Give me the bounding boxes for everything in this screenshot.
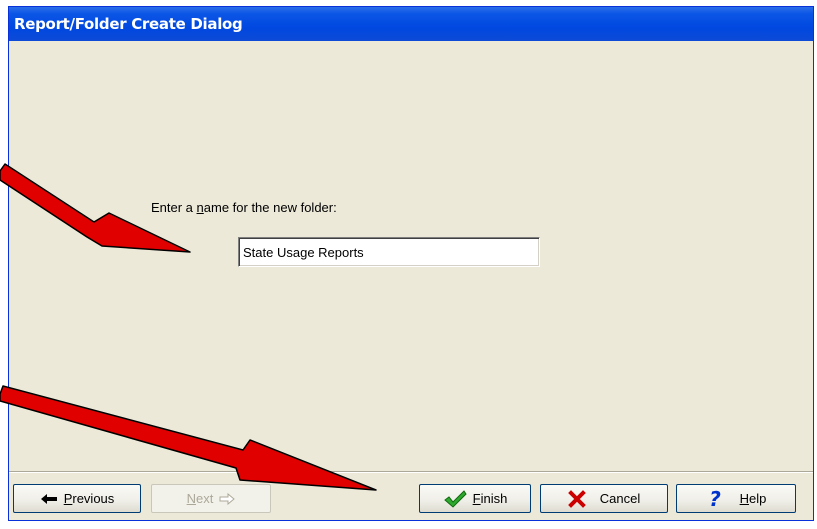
button-bar-separator [9, 471, 813, 473]
question-mark-icon: ? [706, 488, 724, 510]
previous-button[interactable]: Previous [13, 484, 141, 513]
cancel-button[interactable]: Cancel [540, 484, 668, 513]
left-arrow-icon [40, 493, 58, 505]
report-folder-create-dialog: Report/Folder Create Dialog Enter a name… [8, 6, 814, 521]
dialog-title: Report/Folder Create Dialog [14, 15, 243, 33]
previous-button-label: Previous [63, 491, 115, 506]
help-button[interactable]: ? Help [676, 484, 796, 513]
checkmark-icon [443, 489, 467, 509]
right-arrow-icon [219, 492, 236, 505]
finish-button[interactable]: Finish [419, 484, 531, 513]
help-button-label: Help [739, 491, 767, 506]
next-button[interactable]: Next [151, 484, 271, 513]
x-icon [567, 489, 586, 508]
folder-name-input[interactable] [238, 237, 540, 267]
finish-button-label: Finish [472, 491, 508, 506]
dialog-title-bar[interactable]: Report/Folder Create Dialog [9, 7, 813, 41]
svg-text:?: ? [709, 488, 721, 510]
cancel-button-label: Cancel [599, 491, 641, 506]
folder-name-prompt: Enter a name for the new folder: [151, 200, 337, 215]
next-button-label: Next [186, 491, 214, 506]
